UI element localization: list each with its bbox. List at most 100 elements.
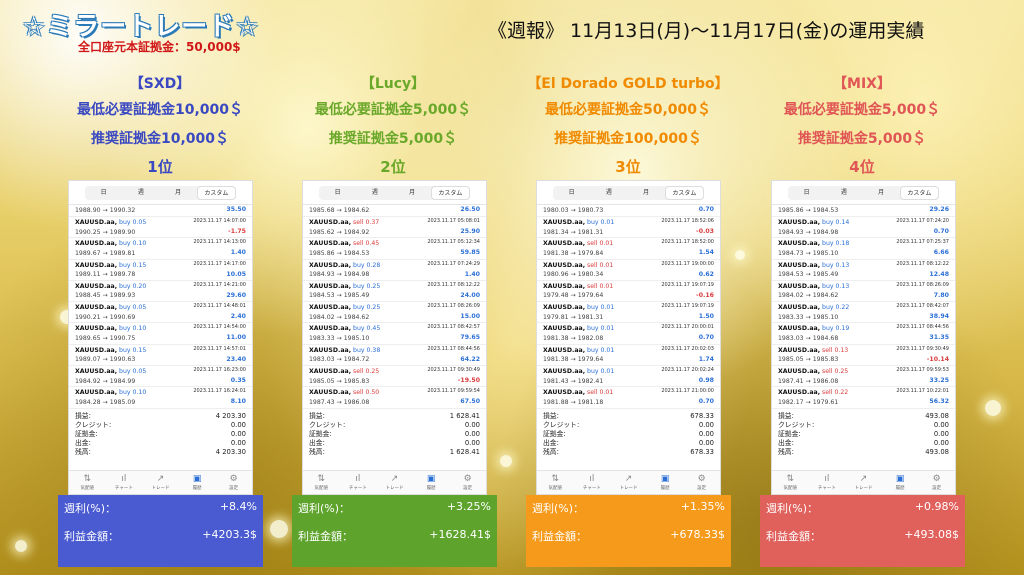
trade-row-partial[interactable]: 1985.68 → 1984.62 26.50	[303, 205, 486, 217]
profit-label: 利益金額：	[766, 530, 821, 543]
nav-label: 気配値	[80, 486, 95, 491]
trade-row-partial[interactable]: 1980.03 → 1980.73 0.70	[537, 205, 720, 217]
trade-row[interactable]: XAUUSD.aa, buy 0.15 1989.07 → 1990.63 2023…	[69, 345, 252, 367]
strategy-header-mix: 【MIX】 最低必要証拠金5,000＄ 推奨証拠金5,000＄ 4位	[742, 72, 982, 181]
tab-period[interactable]: 月	[394, 186, 431, 200]
tab-period[interactable]: カスタム	[430, 186, 470, 200]
trade-row[interactable]: XAUUSD.aa, buy 0.13 1984.02 → 1984.62 2023…	[772, 281, 955, 303]
trade-row[interactable]: XAUUSD.aa, buy 0.01 1981.43 → 1982.41 2023…	[537, 366, 720, 388]
nav-item-settings[interactable]: ⚙ 設定	[918, 471, 955, 494]
tab-period[interactable]: 週	[825, 186, 862, 200]
nav-label: チャート	[348, 486, 367, 491]
trade-row[interactable]: XAUUSD.aa, sell 0.13 1985.05 → 1985.83 202…	[772, 345, 955, 367]
trade-row[interactable]: XAUUSD.aa, sell 0.25 1987.41 → 1986.08 202…	[772, 366, 955, 388]
tab-period[interactable]: 週	[356, 186, 393, 200]
tab-period[interactable]: 月	[160, 186, 197, 200]
summary-value: 493.08	[925, 411, 949, 420]
trade-row[interactable]: XAUUSD.aa, sell 0.22 1982.17 → 1979.61 202…	[772, 387, 955, 409]
strategy-header-sxd: 【SXD】 最低必要証拠金10,000＄ 推奨証拠金10,000＄ 1位	[40, 72, 280, 181]
trade-row[interactable]: XAUUSD.aa, sell 0.37 1985.62 → 1984.92 202…	[303, 217, 486, 239]
trade-side: buy	[587, 219, 599, 226]
trade-row[interactable]: XAUUSD.aa, buy 0.18 1984.73 → 1985.10 2023…	[772, 238, 955, 260]
trade-side: buy	[119, 346, 131, 354]
trade-row[interactable]: XAUUSD.aa, buy 0.15 1989.11 → 1989.78 2023…	[69, 260, 252, 281]
trade-row[interactable]: XAUUSD.aa, buy 0.05 1990.25 → 1989.90 2023…	[69, 217, 252, 239]
tab-period[interactable]: 日	[553, 186, 590, 200]
tab-period[interactable]: 日	[319, 186, 356, 200]
trade-row[interactable]: XAUUSD.aa, buy 0.28 1984.93 → 1984.98 2023…	[303, 260, 486, 281]
summary-label: 出金:	[309, 438, 325, 447]
trade-row[interactable]: XAUUSD.aa, buy 0.45 1983.33 → 1985.10 2023…	[303, 323, 486, 345]
nav-item-trade[interactable]: ↗ トレード	[376, 471, 413, 494]
nav-item-quotes[interactable]: ⇅ 気配値	[772, 471, 809, 494]
trade-row[interactable]: XAUUSD.aa, buy 0.01 1981.38 → 1979.64 2023…	[537, 345, 720, 367]
trade-lot: 0.01	[599, 261, 614, 269]
nav-item-quotes[interactable]: ⇅ 気配値	[537, 471, 574, 494]
trade-row[interactable]: XAUUSD.aa, sell 0.25 1985.05 → 1985.83 202…	[303, 366, 486, 388]
trade-row[interactable]: XAUUSD.aa, buy 0.14 1984.93 → 1984.98 2023…	[772, 217, 955, 239]
nav-label: チャート	[114, 486, 133, 491]
trade-row[interactable]: XAUUSD.aa, sell 0.01 1979.48 → 1979.64 202…	[537, 281, 720, 303]
tab-period[interactable]: カスタム	[664, 186, 704, 200]
trade-row[interactable]: XAUUSD.aa, buy 0.01 1981.34 → 1981.31 2023…	[537, 217, 720, 239]
nav-item-chart[interactable]: ıl チャート	[574, 471, 611, 494]
trade-symbol: XAUUSD.aa,	[75, 346, 118, 354]
nav-item-chart[interactable]: ıl チャート	[809, 471, 846, 494]
tab-period[interactable]: 日	[85, 186, 122, 200]
trade-row-partial[interactable]: 1988.90 → 1990.32 35.50	[69, 205, 252, 217]
trade-prices: 1980.96 → 1980.34	[543, 271, 604, 279]
tab-period[interactable]: 日	[788, 186, 825, 200]
trade-row[interactable]: XAUUSD.aa, sell 0.50 1987.43 → 1986.08 202…	[303, 387, 486, 409]
nav-item-chart[interactable]: ıl チャート	[340, 471, 377, 494]
trade-row[interactable]: XAUUSD.aa, buy 0.22 1983.33 → 1985.10 2023…	[772, 302, 955, 324]
trade-row[interactable]: XAUUSD.aa, buy 0.10 1989.67 → 1989.81 2023…	[69, 238, 252, 260]
nav-item-quotes[interactable]: ⇅ 気配値	[303, 471, 340, 494]
nav-item-quotes[interactable]: ⇅ 気配値	[69, 471, 106, 494]
trade-row[interactable]: XAUUSD.aa, buy 0.05 1990.21 → 1990.69 2023…	[69, 302, 252, 324]
nav-item-settings[interactable]: ⚙ 設定	[449, 471, 486, 494]
trade-row[interactable]: XAUUSD.aa, buy 0.25 1984.02 → 1984.62 2023…	[303, 302, 486, 324]
summary-row: 残高: 493.08	[778, 448, 949, 457]
trade-row[interactable]: XAUUSD.aa, buy 0.10 1989.65 → 1990.75 2023…	[69, 323, 252, 345]
nav-item-history[interactable]: ▣ 履歴	[647, 471, 684, 494]
trade-symbol: XAUUSD.aa,	[309, 346, 352, 354]
trade-row[interactable]: XAUUSD.aa, sell 0.01 1981.38 → 1979.84 202…	[537, 238, 720, 260]
tab-period[interactable]: 月	[863, 186, 900, 200]
tab-period[interactable]: 週	[122, 186, 159, 200]
trade-row[interactable]: XAUUSD.aa, buy 0.38 1983.03 → 1984.72 2023…	[303, 345, 486, 367]
tab-period[interactable]: カスタム	[899, 186, 939, 200]
trade-row-partial[interactable]: 1985.86 → 1984.53 29.26	[772, 205, 955, 217]
nav-item-history[interactable]: ▣ 履歴	[179, 471, 216, 494]
nav-item-history[interactable]: ▣ 履歴	[413, 471, 450, 494]
nav-item-trade[interactable]: ↗ トレード	[610, 471, 647, 494]
trade-row[interactable]: XAUUSD.aa, buy 0.20 1988.45 → 1989.93 2023…	[69, 281, 252, 303]
tab-period[interactable]: 月	[628, 186, 665, 200]
result-box-lucy: 週利(%)： +3.25% 利益金額： +1628.41$	[292, 495, 497, 567]
trade-row[interactable]: XAUUSD.aa, sell 0.01 1980.96 → 1980.34 202…	[537, 260, 720, 281]
nav-item-settings[interactable]: ⚙ 設定	[683, 471, 720, 494]
trade-row[interactable]: XAUUSD.aa, buy 0.05 1984.92 → 1984.99 2023…	[69, 366, 252, 388]
trade-row[interactable]: XAUUSD.aa, buy 0.25 1984.53 → 1985.49 2023…	[303, 281, 486, 303]
trade-row[interactable]: XAUUSD.aa, buy 0.01 1981.38 → 1982.08 2023…	[537, 323, 720, 345]
tab-period[interactable]: 週	[590, 186, 627, 200]
nav-item-settings[interactable]: ⚙ 設定	[215, 471, 252, 494]
weekly-label: 週利(%)：	[298, 502, 351, 515]
trade-side: buy	[119, 325, 131, 333]
trade-row[interactable]: XAUUSD.aa, sell 0.45 1985.86 → 1984.53 202…	[303, 238, 486, 260]
trade-row[interactable]: XAUUSD.aa, buy 0.01 1979.81 → 1981.31 2023…	[537, 302, 720, 324]
nav-item-trade[interactable]: ↗ トレード	[142, 471, 179, 494]
trade-row[interactable]: XAUUSD.aa, buy 0.13 1984.53 → 1985.49 2023…	[772, 260, 955, 281]
nav-item-history[interactable]: ▣ 履歴	[882, 471, 919, 494]
tab-period[interactable]: カスタム	[196, 186, 236, 200]
nav-item-chart[interactable]: ıl チャート	[106, 471, 143, 494]
trade-row[interactable]: XAUUSD.aa, buy 0.19 1983.03 → 1984.68 2023…	[772, 323, 955, 345]
trade-row[interactable]: XAUUSD.aa, buy 0.10 1984.28 → 1985.09 2023…	[69, 387, 252, 409]
nav-item-trade[interactable]: ↗ トレード	[845, 471, 882, 494]
trade-side: buy	[353, 282, 365, 290]
summary-value: 0.00	[464, 429, 480, 438]
trade-profit: 1.40	[464, 270, 480, 278]
trade-row[interactable]: XAUUSD.aa, sell 0.01 1981.88 → 1981.18 202…	[537, 387, 720, 409]
summary-row: 証拠金: 0.00	[778, 430, 949, 439]
history-screen-mix: 日週月カスタム 1985.86 → 1984.53 29.26 XAUUSD.aa, …	[771, 180, 956, 495]
trade-datetime: 2023.11.17 05:08:01	[427, 218, 480, 224]
